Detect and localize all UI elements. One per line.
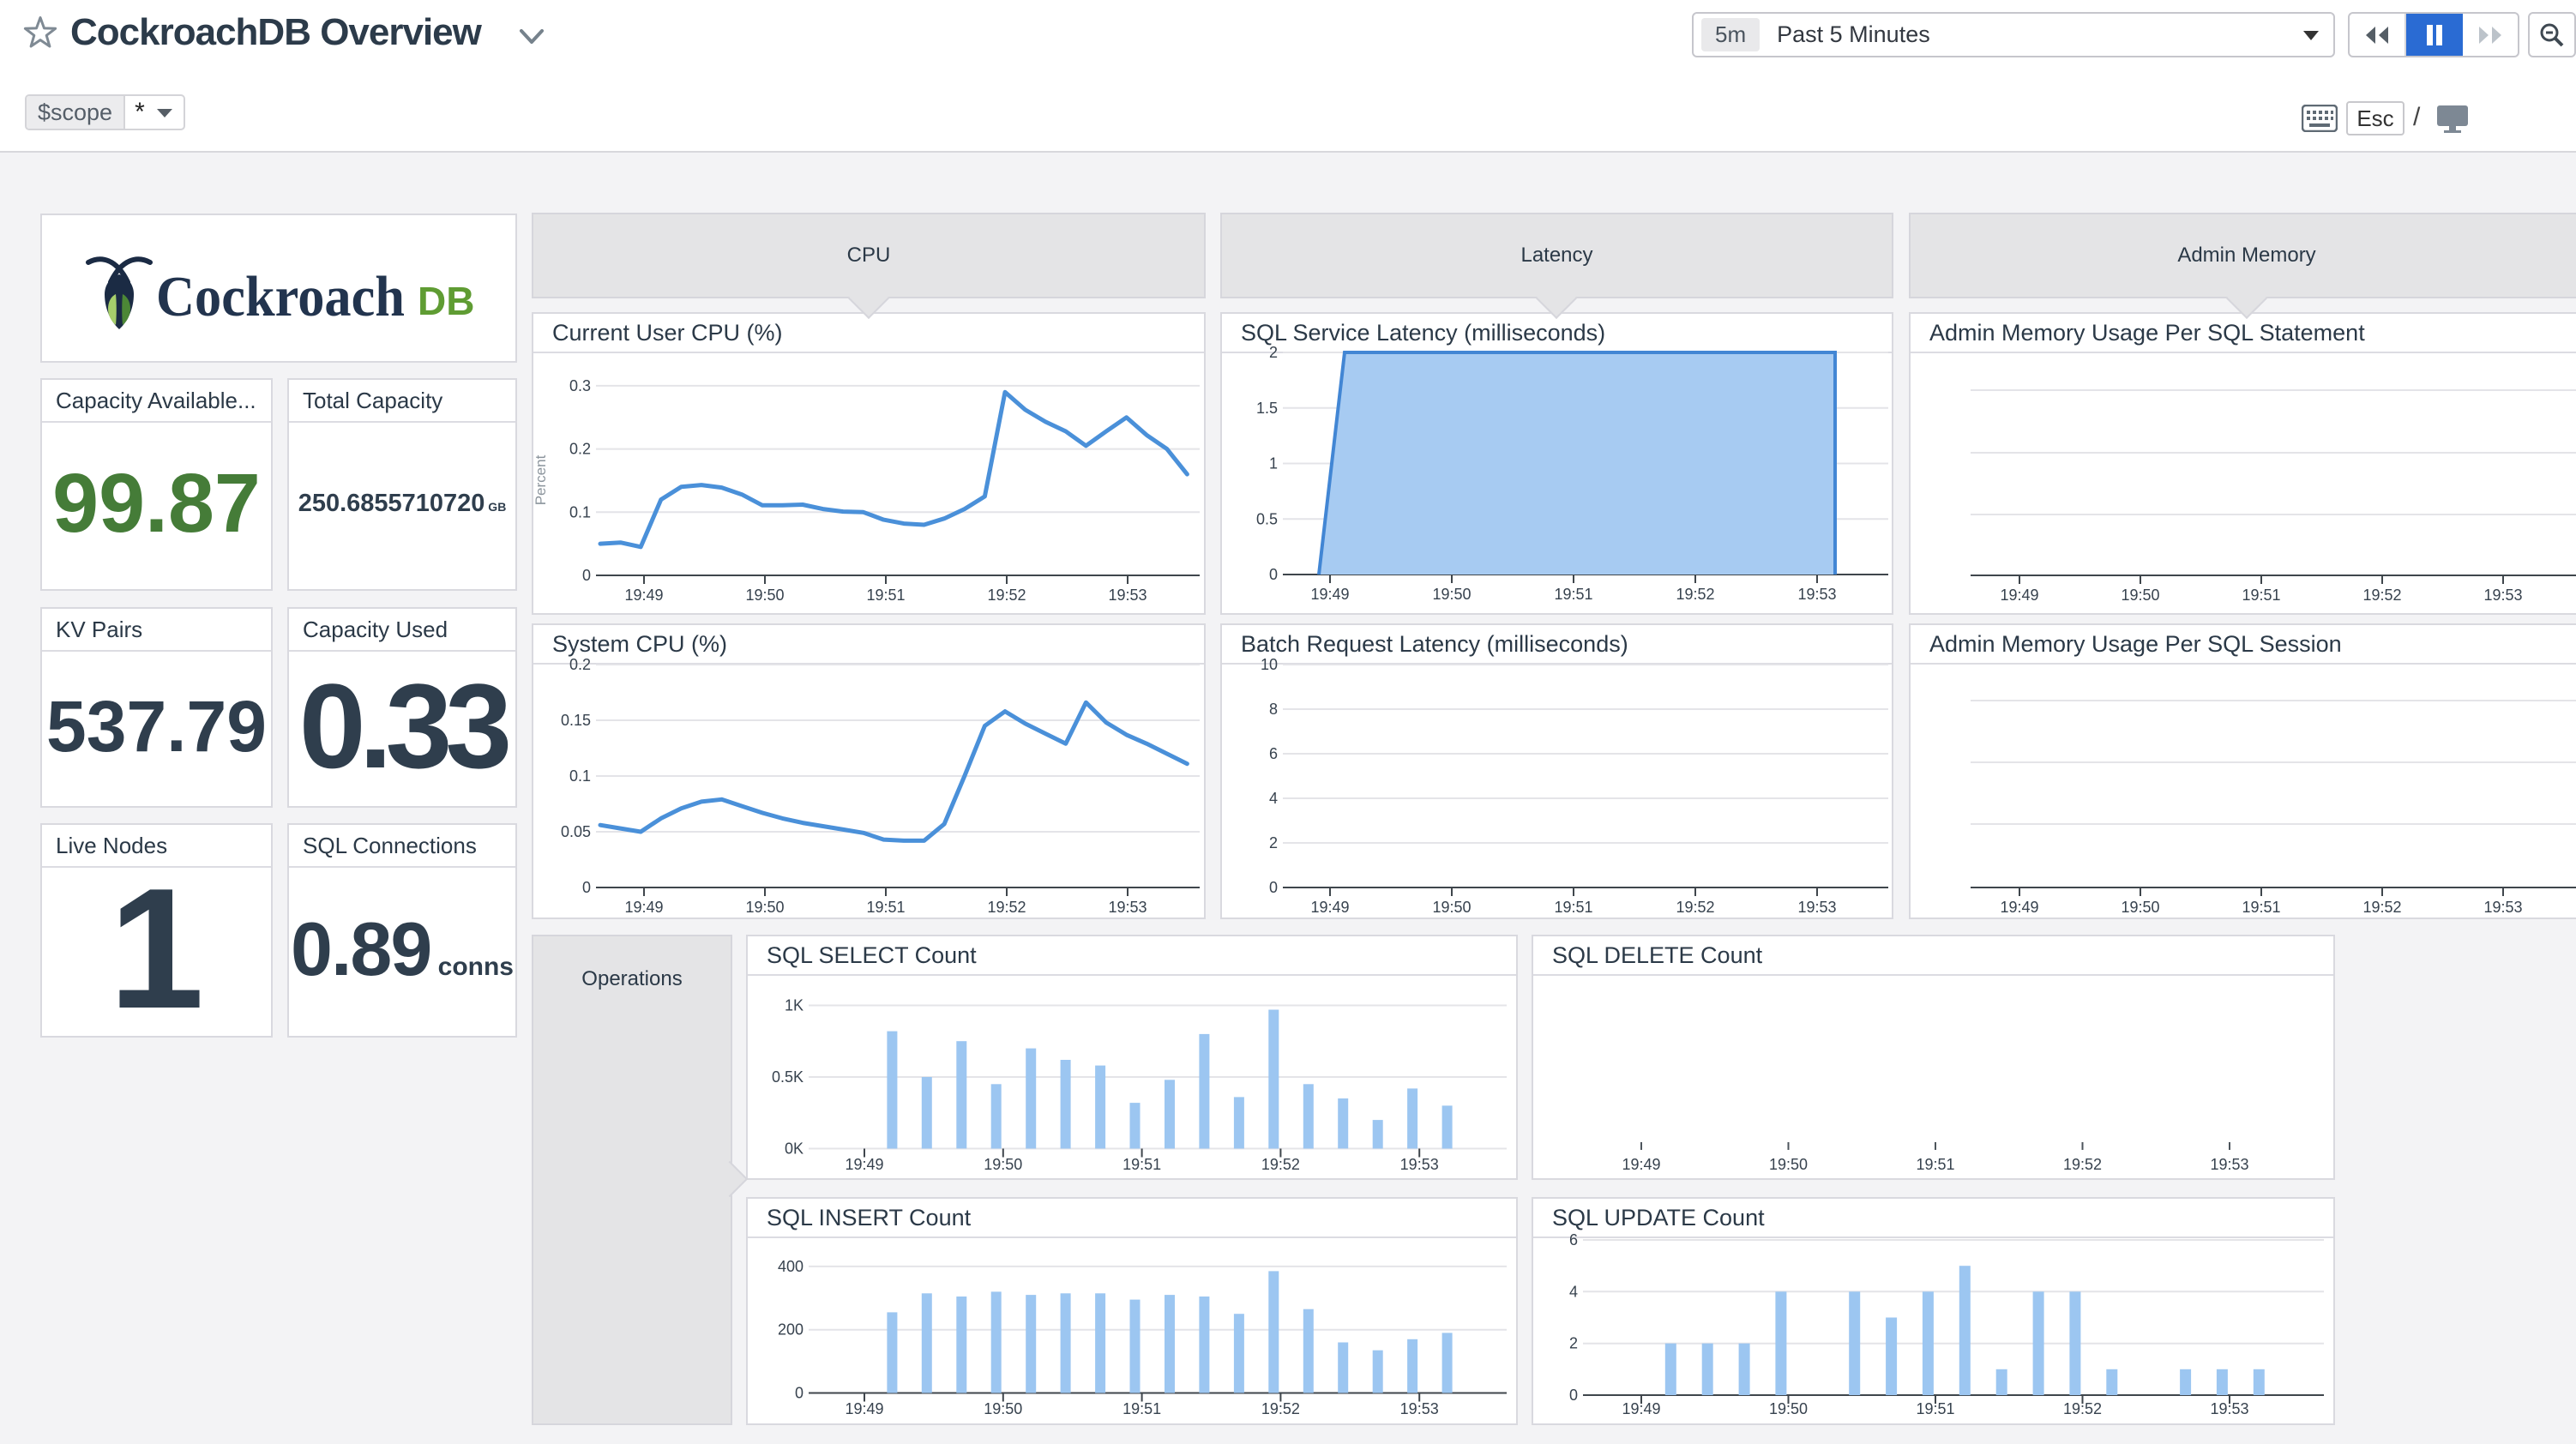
svg-text:19:51: 19:51 <box>1554 586 1592 603</box>
svg-text:19:51: 19:51 <box>2242 899 2280 916</box>
svg-text:19:53: 19:53 <box>2483 587 2522 604</box>
svg-text:19:49: 19:49 <box>2000 899 2038 916</box>
svg-text:19:50: 19:50 <box>745 587 784 604</box>
svg-text:19:53: 19:53 <box>1400 1400 1439 1417</box>
svg-text:0.1: 0.1 <box>569 503 591 520</box>
svg-text:0.2: 0.2 <box>569 441 591 458</box>
svg-text:2: 2 <box>1269 344 1278 361</box>
svg-text:0: 0 <box>1569 1387 1578 1404</box>
svg-text:0.2: 0.2 <box>569 656 591 673</box>
svg-text:19:51: 19:51 <box>1122 1400 1161 1417</box>
svg-text:0.15: 0.15 <box>561 712 591 729</box>
svg-text:19:50: 19:50 <box>1769 1156 1808 1173</box>
svg-text:10: 10 <box>1261 656 1278 673</box>
svg-text:19:49: 19:49 <box>1310 899 1349 916</box>
svg-text:19:53: 19:53 <box>1797 586 1836 603</box>
svg-text:8: 8 <box>1269 701 1278 718</box>
svg-text:0: 0 <box>582 879 591 896</box>
svg-text:0: 0 <box>1269 879 1278 896</box>
svg-text:1.5: 1.5 <box>1256 400 1278 417</box>
svg-text:0: 0 <box>1269 566 1278 583</box>
svg-text:19:52: 19:52 <box>2063 1156 2102 1173</box>
svg-text:19:50: 19:50 <box>984 1400 1022 1417</box>
svg-text:Percent: Percent <box>533 454 549 505</box>
svg-text:19:51: 19:51 <box>1916 1400 1954 1417</box>
svg-text:6: 6 <box>1569 1231 1578 1248</box>
svg-text:19:53: 19:53 <box>2210 1400 2248 1417</box>
svg-text:400: 400 <box>778 1258 803 1275</box>
svg-text:19:49: 19:49 <box>1622 1400 1660 1417</box>
svg-text:0: 0 <box>795 1385 803 1402</box>
svg-text:4: 4 <box>1269 790 1278 807</box>
svg-text:0.5K: 0.5K <box>772 1068 803 1086</box>
svg-text:Cockroach: Cockroach <box>156 265 405 328</box>
svg-text:19:50: 19:50 <box>1769 1400 1808 1417</box>
svg-text:19:53: 19:53 <box>1400 1156 1439 1173</box>
svg-text:19:51: 19:51 <box>2242 587 2280 604</box>
svg-text:19:50: 19:50 <box>984 1156 1022 1173</box>
svg-text:19:49: 19:49 <box>624 587 663 604</box>
svg-text:2: 2 <box>1569 1335 1578 1352</box>
svg-text:19:49: 19:49 <box>845 1156 883 1173</box>
svg-text:19:49: 19:49 <box>1622 1156 1660 1173</box>
svg-text:19:51: 19:51 <box>1122 1156 1161 1173</box>
svg-text:19:50: 19:50 <box>1432 899 1471 916</box>
svg-text:0.5: 0.5 <box>1256 510 1278 527</box>
svg-text:200: 200 <box>778 1321 803 1339</box>
svg-text:19:52: 19:52 <box>2362 899 2401 916</box>
svg-text:19:53: 19:53 <box>1108 587 1147 604</box>
svg-text:2: 2 <box>1269 834 1278 851</box>
svg-text:4: 4 <box>1569 1283 1578 1300</box>
svg-text:19:49: 19:49 <box>624 899 663 916</box>
svg-text:0: 0 <box>582 567 591 584</box>
svg-text:19:53: 19:53 <box>2483 899 2522 916</box>
svg-text:19:50: 19:50 <box>2121 587 2159 604</box>
svg-text:19:52: 19:52 <box>1676 586 1714 603</box>
svg-text:19:50: 19:50 <box>1432 586 1471 603</box>
svg-text:1K: 1K <box>785 997 803 1014</box>
svg-text:19:50: 19:50 <box>745 899 784 916</box>
svg-text:1: 1 <box>1269 455 1278 472</box>
svg-text:19:52: 19:52 <box>987 899 1026 916</box>
svg-text:6: 6 <box>1269 745 1278 762</box>
svg-text:19:52: 19:52 <box>1676 899 1714 916</box>
svg-text:19:53: 19:53 <box>1108 899 1147 916</box>
svg-text:0.05: 0.05 <box>561 823 591 840</box>
svg-text:19:51: 19:51 <box>1554 899 1592 916</box>
svg-text:19:49: 19:49 <box>2000 587 2038 604</box>
svg-text:DB: DB <box>418 279 474 323</box>
svg-text:19:52: 19:52 <box>987 587 1026 604</box>
svg-text:19:52: 19:52 <box>2362 587 2401 604</box>
svg-text:19:51: 19:51 <box>866 899 905 916</box>
svg-text:0.3: 0.3 <box>569 377 591 394</box>
svg-text:19:53: 19:53 <box>2210 1156 2248 1173</box>
svg-text:19:53: 19:53 <box>1797 899 1836 916</box>
svg-text:19:51: 19:51 <box>1916 1156 1954 1173</box>
svg-text:19:51: 19:51 <box>866 587 905 604</box>
svg-text:19:49: 19:49 <box>845 1400 883 1417</box>
svg-text:19:52: 19:52 <box>1261 1156 1300 1173</box>
svg-text:19:52: 19:52 <box>1261 1400 1300 1417</box>
svg-text:0.1: 0.1 <box>569 767 591 785</box>
svg-text:19:49: 19:49 <box>1310 586 1349 603</box>
svg-text:19:50: 19:50 <box>2121 899 2159 916</box>
svg-text:19:52: 19:52 <box>2063 1400 2102 1417</box>
svg-text:0K: 0K <box>785 1140 803 1158</box>
